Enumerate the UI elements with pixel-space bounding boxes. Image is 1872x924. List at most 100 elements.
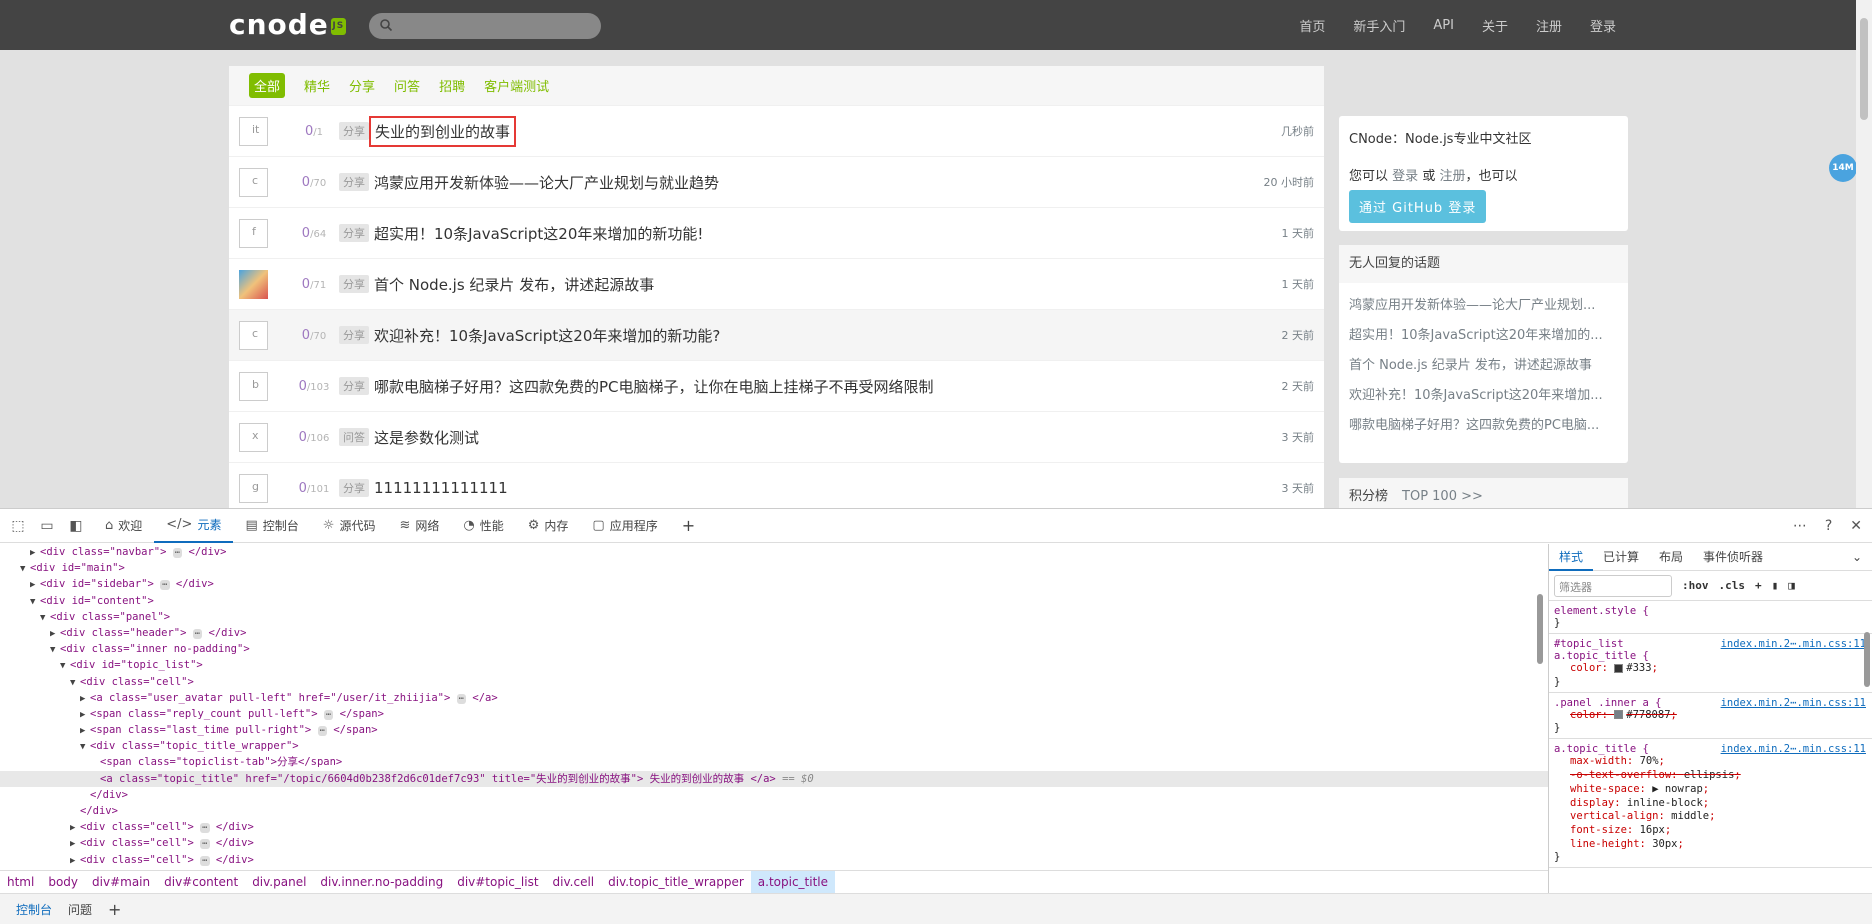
chevron-down-icon[interactable]: ⌄ bbox=[1842, 544, 1872, 571]
topic-tab[interactable]: 问答 bbox=[394, 76, 420, 95]
topic-row[interactable]: c 0/70 分享 欢迎补充！10条JavaScript这20年来增加的新功能? 2 天… bbox=[229, 309, 1324, 360]
avatar[interactable]: it bbox=[239, 117, 268, 146]
topic-tab[interactable]: 招聘 bbox=[439, 76, 465, 95]
ellipsis-icon[interactable]: ⋯ bbox=[200, 823, 210, 834]
topic-title[interactable]: 首个 Node.js 纪录片 发布，讲述起源故事 bbox=[374, 274, 654, 295]
dom-node[interactable]: ▼ <div class="topic_title_wrapper"> bbox=[0, 738, 1548, 754]
breadcrumb-item[interactable]: div#main bbox=[85, 871, 157, 893]
ellipsis-icon[interactable]: ⋯ bbox=[200, 839, 210, 850]
breadcrumb-item[interactable]: a.topic_title bbox=[750, 870, 836, 893]
devtools-tab[interactable]: ☼ 源代码 bbox=[311, 509, 388, 543]
expand-toggle-icon[interactable]: ▼ bbox=[70, 675, 80, 691]
devtools-tab[interactable]: ▢ 应用程序 bbox=[580, 509, 669, 543]
computed-sidebar-icon[interactable]: ◨ bbox=[1788, 579, 1795, 592]
style-property[interactable]: color: #778087; bbox=[1554, 709, 1867, 723]
expand-toggle-icon[interactable]: ▶ bbox=[80, 707, 90, 723]
color-swatch[interactable] bbox=[1614, 663, 1624, 673]
dom-node[interactable]: ▶ <div class="cell"> ⋯ </div> bbox=[0, 852, 1548, 868]
style-property[interactable]: white-space: ▶ nowrap; bbox=[1554, 783, 1867, 797]
dom-node[interactable]: ▶ <div class="navbar"> ⋯ </div> bbox=[0, 544, 1548, 560]
topic-row[interactable]: x 0/106 问答 这是参数化测试 3 天前 bbox=[229, 411, 1324, 462]
close-icon[interactable]: ✕ bbox=[1850, 518, 1862, 534]
style-property[interactable]: font-size: 16px; bbox=[1554, 824, 1867, 838]
topic-title[interactable]: 欢迎补充！10条JavaScript这20年来增加的新功能? bbox=[374, 325, 720, 346]
more-tabs-icon[interactable]: + bbox=[670, 509, 707, 543]
topic-tab[interactable]: 分享 bbox=[349, 76, 375, 95]
topic-row[interactable]: it 0/1 分享 失业的到创业的故事 几秒前 bbox=[229, 105, 1324, 156]
dom-node[interactable]: ▼ <div class="panel"> bbox=[0, 609, 1548, 625]
devtools-tab[interactable]: ≋ 网络 bbox=[387, 509, 451, 543]
no-reply-item[interactable]: 哪款电脑梯子好用？这四款免费的PC电脑... bbox=[1349, 411, 1618, 441]
style-property[interactable]: max-width: 70%; bbox=[1554, 755, 1867, 769]
expand-toggle-icon[interactable]: ▼ bbox=[80, 739, 90, 755]
breadcrumb-item[interactable]: div.panel bbox=[245, 871, 313, 893]
drawer-tab[interactable]: 控制台 bbox=[0, 901, 60, 918]
style-property[interactable]: vertical-align: middle; bbox=[1554, 810, 1867, 824]
floating-badge[interactable]: 14M bbox=[1829, 154, 1856, 182]
breadcrumb-item[interactable]: body bbox=[41, 871, 85, 893]
styles-scrollbar-thumb[interactable] bbox=[1864, 632, 1870, 687]
styles-tab[interactable]: 布局 bbox=[1649, 544, 1693, 571]
new-rule-icon[interactable]: + bbox=[1755, 579, 1762, 592]
ellipsis-icon[interactable]: ⋯ bbox=[192, 628, 203, 639]
dom-node[interactable]: </div> bbox=[0, 803, 1548, 819]
hov-toggle[interactable]: :hov bbox=[1682, 579, 1709, 592]
cnode-logo[interactable]: cnode JS bbox=[229, 8, 346, 41]
top100-link[interactable]: TOP 100 >> bbox=[1402, 489, 1483, 504]
expand-toggle-icon[interactable]: ▼ bbox=[40, 610, 50, 626]
expand-toggle-icon[interactable]: ▶ bbox=[30, 577, 40, 593]
dom-node[interactable]: ▼ <div class="cell"> bbox=[0, 674, 1548, 690]
expand-toggle-icon[interactable]: ▼ bbox=[50, 642, 60, 658]
expand-toggle-icon[interactable]: ▶ bbox=[70, 820, 80, 836]
topic-title[interactable]: 失业的到创业的故事 bbox=[368, 115, 517, 147]
topic-title[interactable]: 鸿蒙应用开发新体验——论大厂产业规划与就业趋势 bbox=[374, 172, 719, 193]
nav-link[interactable]: API bbox=[1433, 18, 1454, 33]
dom-node[interactable]: <span class="topiclist-tab">分享</span> bbox=[0, 754, 1548, 770]
register-link[interactable]: 注册 bbox=[1439, 169, 1465, 184]
topic-tab[interactable]: 客户端测试 bbox=[484, 76, 549, 95]
drawer-tab[interactable]: 问题 bbox=[60, 901, 100, 918]
ellipsis-icon[interactable]: ⋯ bbox=[160, 580, 170, 591]
ellipsis-icon[interactable]: ⋯ bbox=[317, 726, 328, 737]
topic-row[interactable]: f 0/64 分享 超实用！10条JavaScript这20年来增加的新功能! 1 天前 bbox=[229, 207, 1324, 258]
device-toggle-icon[interactable]: ▭ bbox=[36, 515, 58, 537]
breadcrumb-item[interactable]: html bbox=[0, 871, 41, 893]
devtools-tab[interactable]: </> 元素 bbox=[154, 509, 234, 543]
search-input[interactable] bbox=[369, 13, 601, 39]
avatar[interactable]: x bbox=[239, 423, 268, 452]
topic-row[interactable]: g 0/101 分享 11111111111111 3 天前 bbox=[229, 462, 1324, 508]
breadcrumb-item[interactable]: div.inner.no-padding bbox=[313, 871, 450, 893]
dom-node[interactable]: ▶ <div class="header"> ⋯ </div> bbox=[0, 625, 1548, 641]
rule-selector[interactable]: element.style { bbox=[1554, 605, 1867, 617]
topic-title[interactable]: 哪款电脑梯子好用？这四款免费的PC电脑梯子，让你在电脑上挂梯子不再受网络限制 bbox=[374, 376, 934, 397]
dom-node[interactable]: ▼ <div id="topic_list"> bbox=[0, 657, 1548, 673]
devtools-tab[interactable]: ⌂ 欢迎 bbox=[93, 509, 154, 543]
style-property[interactable]: -o-text-overflow: ellipsis; bbox=[1554, 769, 1867, 783]
more-options-icon[interactable]: ⋯ bbox=[1793, 518, 1807, 534]
github-login-button[interactable]: 通过 GitHub 登录 bbox=[1349, 190, 1487, 223]
nav-link[interactable]: 关于 bbox=[1482, 16, 1508, 35]
dom-node[interactable]: ▶ <div class="cell"> ⋯ </div> bbox=[0, 819, 1548, 835]
breadcrumb-item[interactable]: div.cell bbox=[546, 871, 602, 893]
dom-node[interactable]: </div> bbox=[0, 787, 1548, 803]
avatar[interactable]: f bbox=[239, 219, 268, 248]
avatar[interactable]: g bbox=[239, 474, 268, 503]
sidebar-toggle-icon[interactable]: ◧ bbox=[65, 515, 87, 537]
breadcrumb-item[interactable]: div.topic_title_wrapper bbox=[601, 871, 751, 893]
dom-node[interactable]: ▶ <span class="last_time pull-right"> ⋯ <… bbox=[0, 722, 1548, 738]
expand-toggle-icon[interactable]: ▶ bbox=[80, 723, 90, 739]
elements-scrollbar-thumb[interactable] bbox=[1537, 594, 1543, 664]
topic-row[interactable]: 0/71 分享 首个 Node.js 纪录片 发布，讲述起源故事 1 天前 bbox=[229, 258, 1324, 309]
nav-link[interactable]: 注册 bbox=[1536, 16, 1562, 35]
inspect-icon[interactable]: ⬚ bbox=[7, 515, 29, 537]
rule-source-link[interactable]: index.min.2⋯.min.css:11 bbox=[1721, 638, 1866, 650]
avatar[interactable] bbox=[239, 270, 268, 299]
color-swatch[interactable] bbox=[1614, 710, 1624, 720]
expand-toggle-icon[interactable]: ▶ bbox=[70, 853, 80, 869]
dom-node[interactable]: <a class="topic_title" href="/topic/6604… bbox=[0, 770, 1548, 787]
ellipsis-icon[interactable]: ⋯ bbox=[172, 548, 183, 558]
scrollbar-thumb[interactable] bbox=[1860, 18, 1868, 120]
dom-node[interactable]: ▶ <a class="user_avatar pull-left" href="… bbox=[0, 690, 1548, 706]
dom-node[interactable]: ▶ <div id="sidebar"> ⋯ </div> bbox=[0, 576, 1548, 592]
breadcrumb-item[interactable]: div#content bbox=[157, 871, 245, 893]
